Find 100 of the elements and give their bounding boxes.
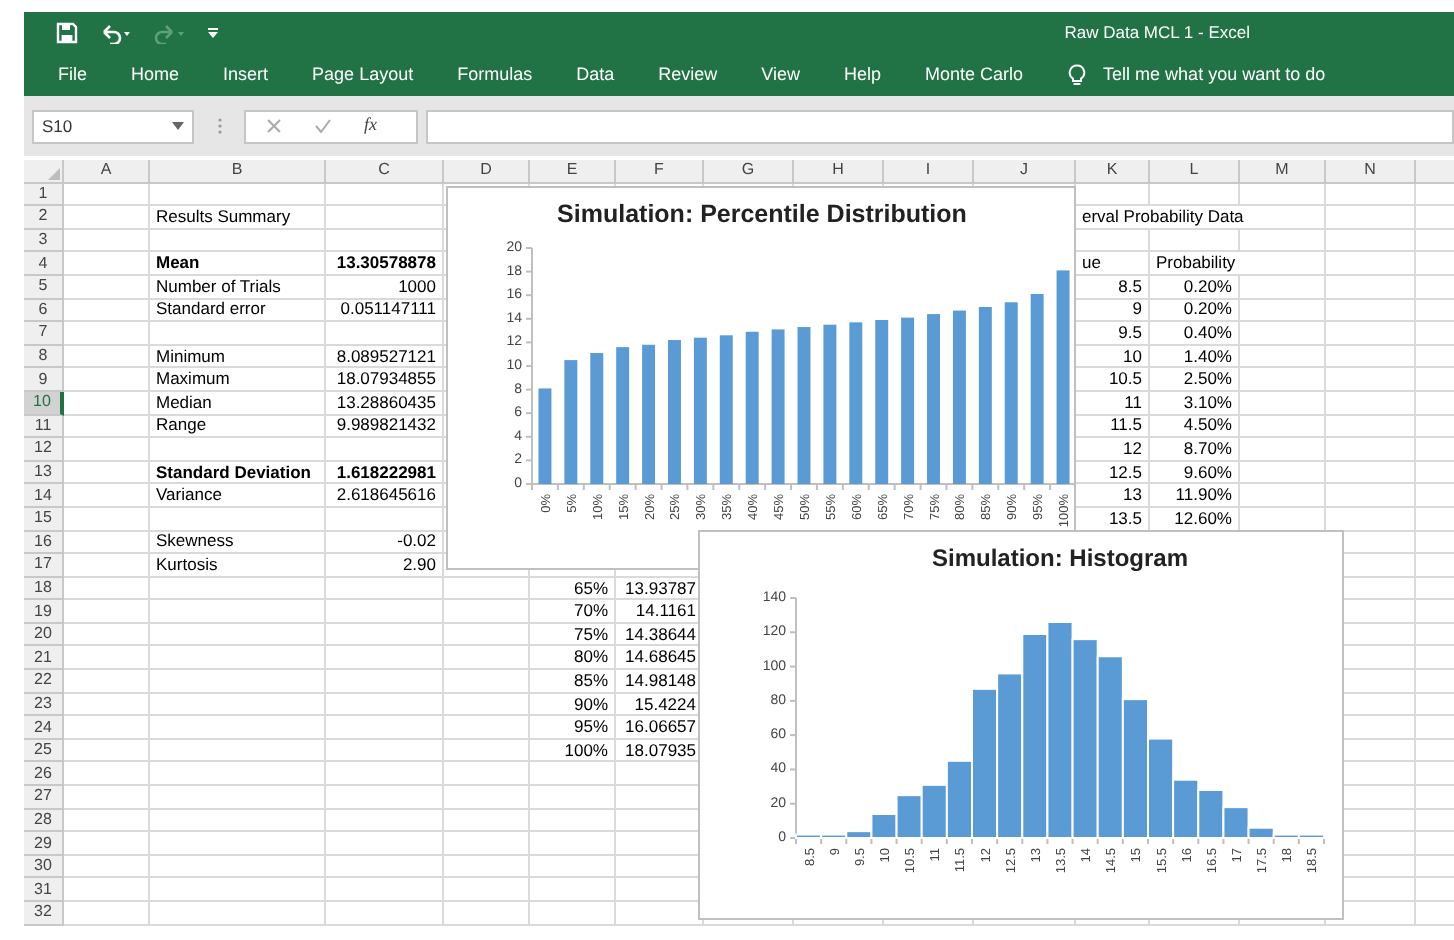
- cell: [1326, 391, 1416, 416]
- column-header[interactable]: A: [64, 160, 150, 184]
- column-header[interactable]: K: [1076, 160, 1150, 184]
- ribbon-tab[interactable]: Data: [576, 61, 615, 89]
- row-header[interactable]: 28: [24, 809, 64, 833]
- ribbon-tab[interactable]: Monte Carlo: [925, 61, 1024, 89]
- row-header[interactable]: 26: [24, 762, 64, 787]
- row-header[interactable]: 17: [24, 554, 64, 578]
- insert-function-button[interactable]: fx: [364, 112, 377, 140]
- row-header[interactable]: 13: [24, 461, 64, 485]
- cell: 3.10%: [1150, 391, 1240, 416]
- row-header[interactable]: 11: [24, 415, 64, 439]
- ribbon-tab[interactable]: Insert: [223, 61, 269, 89]
- column-header[interactable]: D: [444, 160, 530, 184]
- row-header[interactable]: 20: [24, 623, 64, 647]
- column-header[interactable]: B: [150, 160, 326, 184]
- cell: [444, 832, 530, 856]
- cell: [1326, 275, 1416, 300]
- ribbon-tab[interactable]: Help: [844, 61, 882, 89]
- cell: [444, 762, 530, 787]
- bar: [590, 353, 604, 484]
- enter-icon[interactable]: [314, 118, 332, 134]
- column-header[interactable]: N: [1326, 160, 1416, 184]
- cell: Maximum: [150, 368, 326, 392]
- column-header[interactable]: H: [794, 160, 884, 184]
- column-header[interactable]: M: [1240, 160, 1326, 184]
- row-header[interactable]: 16: [24, 531, 64, 555]
- row-header[interactable]: 24: [24, 716, 64, 740]
- row-header[interactable]: 15: [24, 507, 64, 531]
- undo-icon[interactable]: [98, 23, 132, 43]
- row-header[interactable]: 21: [24, 646, 64, 671]
- row-header[interactable]: 3: [24, 229, 64, 253]
- cell: [444, 878, 530, 902]
- cell: [1150, 229, 1240, 253]
- cell: [64, 855, 150, 879]
- cell: 80%: [530, 646, 616, 671]
- cell: [1326, 229, 1416, 253]
- column-header[interactable]: J: [974, 160, 1076, 184]
- cell: [1326, 438, 1416, 462]
- cell: 0.20%: [1150, 299, 1240, 323]
- column-header[interactable]: F: [616, 160, 704, 184]
- row-header[interactable]: 10: [24, 391, 64, 416]
- cell: [326, 855, 444, 879]
- row-header[interactable]: 2: [24, 206, 64, 230]
- cell: 2.90: [326, 554, 444, 578]
- column-header[interactable]: L: [1150, 160, 1240, 184]
- row-header[interactable]: 14: [24, 484, 64, 508]
- formula-input[interactable]: [426, 109, 1454, 143]
- row-header[interactable]: 29: [24, 832, 64, 856]
- cell: 1.40%: [1150, 345, 1240, 369]
- cell: [64, 646, 150, 671]
- row-header[interactable]: 19: [24, 600, 64, 624]
- row-header[interactable]: 32: [24, 902, 64, 926]
- cell: 11.90%: [1150, 484, 1240, 508]
- ribbon-tab[interactable]: Home: [131, 61, 180, 89]
- dropdown-caret-icon[interactable]: [172, 122, 184, 130]
- row-header[interactable]: 12: [24, 438, 64, 462]
- cell: [1240, 368, 1326, 392]
- row-header[interactable]: 9: [24, 368, 64, 392]
- row-header[interactable]: 22: [24, 670, 64, 694]
- column-header[interactable]: G: [704, 160, 794, 184]
- column-header[interactable]: [1416, 160, 1454, 184]
- lightbulb-icon[interactable]: [1067, 64, 1086, 86]
- ribbon-tab[interactable]: Formulas: [457, 61, 533, 89]
- ribbon-tab[interactable]: File: [58, 61, 88, 89]
- row-header[interactable]: 30: [24, 855, 64, 879]
- column-header[interactable]: C: [326, 160, 444, 184]
- cell: 65%: [530, 577, 616, 601]
- cell: [64, 670, 150, 694]
- cell: [326, 623, 444, 647]
- row-header[interactable]: 4: [24, 252, 64, 276]
- tell-me-search[interactable]: Tell me what you want to do: [1103, 61, 1326, 89]
- row-header[interactable]: 1: [24, 183, 64, 207]
- cell: 8.089527121: [326, 345, 444, 369]
- cell: Kurtosis: [150, 554, 326, 578]
- cell: [64, 461, 150, 485]
- ribbon-tab[interactable]: View: [761, 61, 800, 89]
- select-all-button[interactable]: [24, 160, 64, 184]
- row-header[interactable]: 6: [24, 299, 64, 323]
- column-header[interactable]: I: [884, 160, 974, 184]
- chart-title: Simulation: Histogram: [932, 544, 1188, 572]
- cell: [326, 438, 444, 462]
- row-header[interactable]: 31: [24, 878, 64, 902]
- cancel-icon[interactable]: [266, 118, 282, 134]
- row-header[interactable]: 25: [24, 739, 64, 763]
- ribbon-tab[interactable]: Review: [658, 61, 718, 89]
- row-header[interactable]: 23: [24, 693, 64, 717]
- save-icon[interactable]: [56, 22, 78, 44]
- row-header[interactable]: 8: [24, 345, 64, 369]
- redo-icon[interactable]: [152, 23, 186, 43]
- customize-icon[interactable]: [206, 26, 220, 40]
- row-header[interactable]: 7: [24, 322, 64, 346]
- row-header[interactable]: 27: [24, 786, 64, 810]
- row-header[interactable]: 18: [24, 577, 64, 601]
- cell: 18.07934855: [326, 368, 444, 392]
- row-header[interactable]: 5: [24, 275, 64, 300]
- column-header[interactable]: E: [530, 160, 616, 184]
- ribbon-tab[interactable]: Page Layout: [312, 61, 414, 89]
- cell: [64, 183, 150, 207]
- name-box[interactable]: S10: [32, 109, 194, 143]
